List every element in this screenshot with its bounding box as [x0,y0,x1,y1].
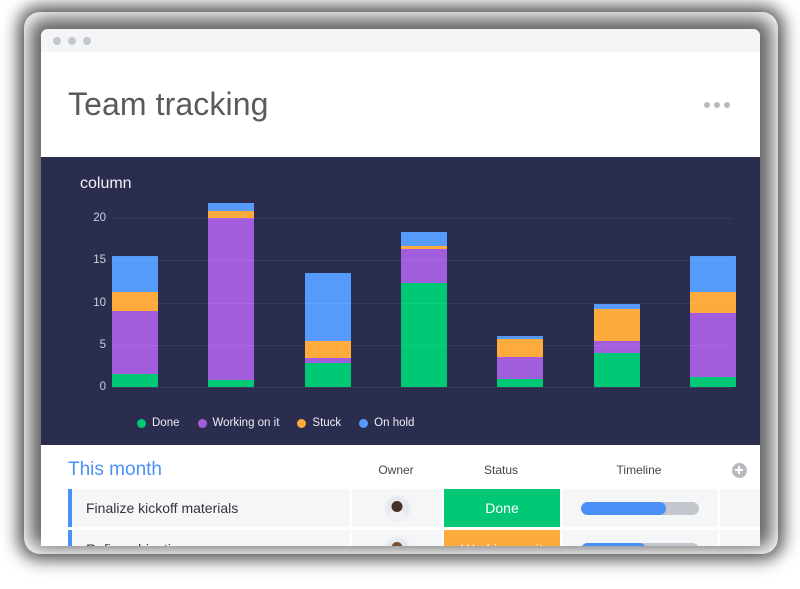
legend-item-stuck[interactable]: Stuck [297,417,341,429]
owner-cell[interactable] [350,530,442,546]
chart-bar-segment-on-hold [208,203,254,211]
legend-swatch-icon [137,419,146,428]
row-tail-cell [718,530,760,546]
chart-bar-segment-working-on-it [594,341,640,354]
plus-icon[interactable] [732,463,747,478]
chart-bar[interactable] [208,203,254,387]
chart-bar-segment-done [690,377,736,387]
page-header: Team tracking [41,52,760,157]
chart-bar[interactable] [497,336,543,387]
chart-panel: column 05101520 DoneWorking on itStuckOn… [41,157,760,445]
legend-swatch-icon [359,419,368,428]
minimize-dot[interactable] [68,37,76,45]
chart-gridline [112,303,732,304]
page-title: Team tracking [68,86,269,123]
kebab-menu-icon[interactable] [702,92,732,118]
chart-bar-segment-on-hold [690,256,736,291]
chart-plot-area: 0 5 10 15 20 [41,157,760,445]
legend-swatch-icon [297,419,306,428]
chart-bar-segment-stuck [305,341,351,359]
owner-cell[interactable] [350,489,442,527]
chart-bar-segment-done [112,374,158,387]
maximize-dot[interactable] [83,37,91,45]
chart-bar-segment-working-on-it [208,218,254,380]
chart-gridline [112,260,732,261]
chart-bar-segment-working-on-it [497,357,543,379]
column-header-timeline[interactable]: Timeline [560,463,718,477]
chart-bar-segment-working-on-it [401,249,447,284]
timeline-cell[interactable] [560,530,718,546]
chart-gridline [112,387,732,388]
chart-gridline [112,218,732,219]
chart-bar-segment-done [305,363,351,387]
chart-y-tick-label: 15 [93,254,106,266]
avatar-head [392,501,403,512]
legend-label: On hold [374,417,414,429]
chart-y-tick-label: 0 [100,381,106,393]
chart-bar-segment-done [401,283,447,387]
legend-item-on-hold[interactable]: On hold [359,417,414,429]
window-titlebar [41,29,760,52]
row-title[interactable]: Refine objectives [72,530,350,546]
chart-bar-segment-on-hold [112,256,158,291]
timeline-track [581,502,699,515]
table-row[interactable]: Refine objectives Working on it [41,530,760,546]
legend-item-done[interactable]: Done [137,417,180,429]
chart-y-tick-label: 20 [93,212,106,224]
chart-bar[interactable] [401,232,447,387]
avatar-head [392,542,403,547]
close-dot[interactable] [53,37,61,45]
timeline-progress-fill [581,502,666,515]
status-badge[interactable]: Working on it [442,530,560,546]
chart-bar-segment-done [497,379,543,387]
chart-bar-segment-stuck [594,309,640,340]
chart-bar-segment-on-hold [401,232,447,246]
group-title[interactable]: This month [41,459,350,481]
table-header-row: This month Owner Status Timeline [41,445,760,489]
chart-bar[interactable] [690,256,736,387]
legend-swatch-icon [198,419,207,428]
column-header-status[interactable]: Status [442,463,560,477]
kebab-dot-1 [704,102,710,108]
row-title[interactable]: Finalize kickoff materials [72,489,350,527]
timeline-cell[interactable] [560,489,718,527]
chart-bar-segment-stuck [208,211,254,218]
add-column-cell [718,463,760,478]
chart-bars [112,197,736,387]
status-badge[interactable]: Done [442,489,560,527]
avatar[interactable] [384,495,411,522]
chart-bar-segment-stuck [497,339,543,358]
chart-y-tick-label: 5 [100,339,106,351]
legend-label: Stuck [312,417,341,429]
chart-bar[interactable] [112,256,158,387]
table-area: This month Owner Status Timeline Finaliz… [41,445,760,546]
table-rows: Finalize kickoff materials Done Refine obj… [41,489,760,546]
kebab-dot-2 [714,102,720,108]
legend-label: Done [152,417,180,429]
chart-bar-segment-on-hold [305,273,351,341]
chart-y-tick-label: 10 [93,297,106,309]
table-row[interactable]: Finalize kickoff materials Done [41,489,760,527]
chart-bar-segment-done [594,353,640,387]
legend-label: Working on it [213,417,280,429]
column-header-owner[interactable]: Owner [350,463,442,477]
screenshot-root: Team tracking column 05101520 DoneWorkin… [0,0,800,589]
chart-gridline [112,345,732,346]
timeline-progress-fill [581,543,646,547]
chart-bar-segment-done [208,380,254,387]
legend-item-working-on-it[interactable]: Working on it [198,417,280,429]
chart-bar[interactable] [305,273,351,387]
chart-bar-segment-working-on-it [112,311,158,374]
timeline-track [581,543,699,547]
chart-bar-segment-stuck [112,292,158,311]
chart-legend: Done Working on it Stuck On hold [137,417,414,429]
row-tail-cell [718,489,760,527]
chart-y-axis: 0 5 10 15 20 [68,157,106,445]
kebab-dot-3 [724,102,730,108]
app-window: Team tracking column 05101520 DoneWorkin… [41,29,760,546]
avatar[interactable] [384,536,411,547]
